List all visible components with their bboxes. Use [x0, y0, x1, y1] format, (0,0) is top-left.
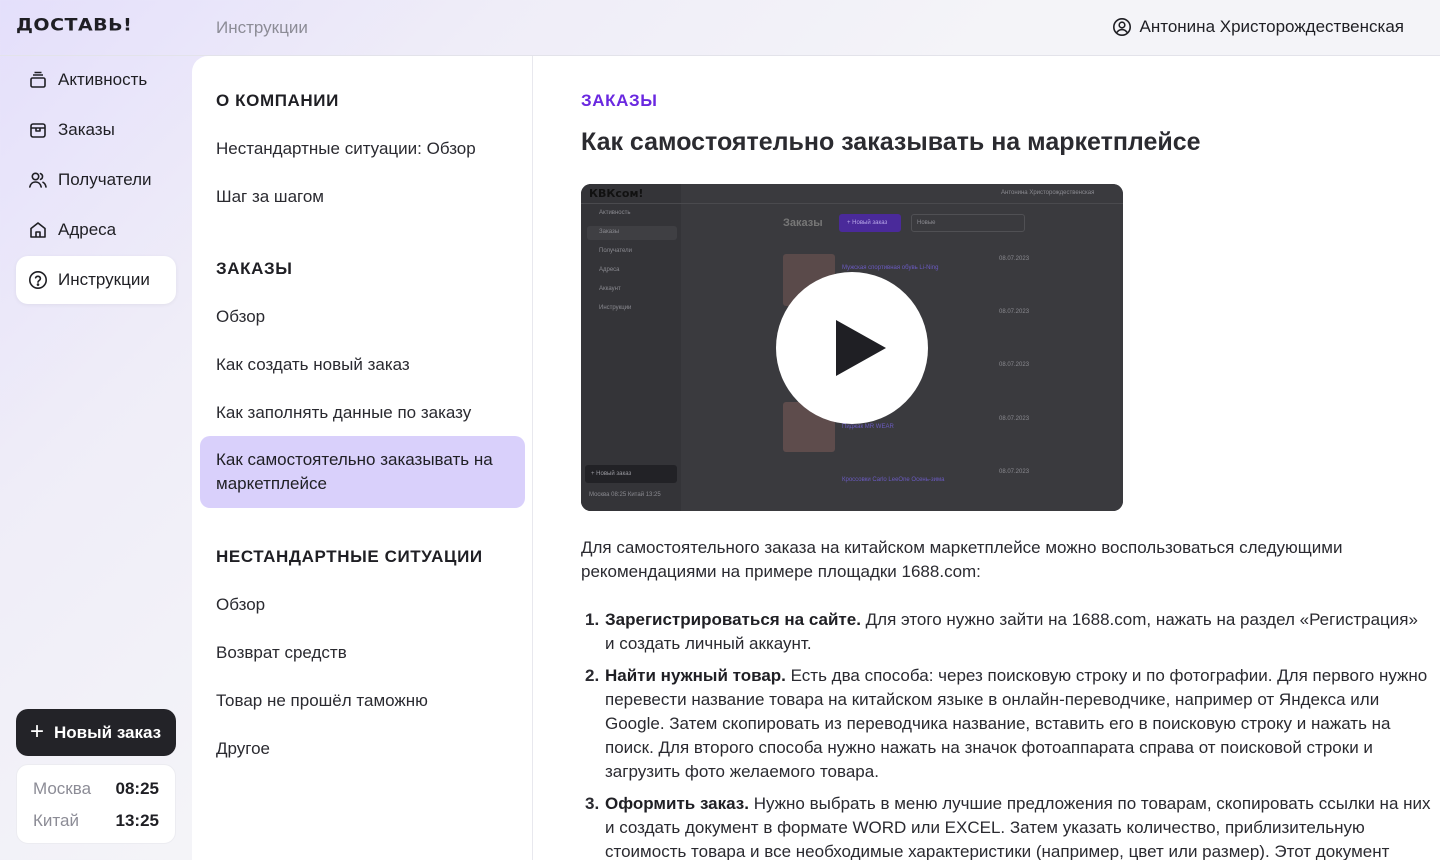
- sidebar-nav: Активность Заказы Получатели Адреса Инст…: [16, 56, 176, 306]
- video-clock: Москва 08:25 Китай 13:25: [589, 492, 661, 498]
- user-name: Антонина Христорождественская: [1139, 17, 1404, 36]
- new-order-button[interactable]: + Новый заказ: [16, 709, 176, 756]
- toc-link[interactable]: Товар не прошёл таможню: [216, 691, 516, 711]
- step-heading: Найти нужный товар.: [605, 666, 786, 685]
- users-icon: [29, 172, 47, 188]
- article: ЗАКАЗЫ Как самостоятельно заказывать на …: [533, 56, 1440, 860]
- sidebar-item-orders[interactable]: Заказы: [16, 106, 176, 154]
- step-heading: Оформить заказ.: [605, 794, 749, 813]
- video-nav-item: Инструкции: [599, 305, 632, 311]
- clock-time: 13:25: [115, 811, 159, 830]
- video-item-date: 08.07.2023: [999, 256, 1030, 262]
- sidebar-item-activity[interactable]: Активность: [16, 56, 176, 104]
- video-nav-item: Аккаунт: [599, 286, 621, 292]
- video-item-date: 08.07.2023: [999, 309, 1030, 315]
- video-divider: [581, 203, 1123, 204]
- activity-icon: [30, 71, 46, 88]
- clock-row: Китай 13:25: [33, 811, 159, 843]
- sidebar-item-label: Активность: [58, 70, 148, 89]
- step-number: 3.: [585, 794, 600, 813]
- list-item: 3. Оформить заказ. Нужно выбрать в меню …: [581, 792, 1431, 860]
- video-nav-item: Заказы: [599, 229, 620, 235]
- toc-link[interactable]: Как создать новый заказ: [216, 355, 516, 375]
- toc-link[interactable]: Шаг за шагом: [216, 187, 516, 207]
- toc-link[interactable]: Как заполнять данные по заказу: [216, 403, 516, 423]
- new-order-label: Новый заказ: [54, 722, 162, 742]
- toc-section-title: НЕСТАНДАРТНЫЕ СИТУАЦИИ: [216, 547, 483, 566]
- sidebar-item-addresses[interactable]: Адреса: [16, 206, 176, 254]
- step-heading: Зарегистрироваться на сайте.: [605, 610, 861, 629]
- user-circle-icon: [1112, 18, 1131, 36]
- video-filter: Новые: [917, 220, 936, 226]
- step-number: 1.: [585, 610, 600, 629]
- breadcrumb: Инструкции: [216, 18, 308, 37]
- toc-link[interactable]: Другое: [216, 739, 516, 759]
- list-item: 2. Найти нужный товар. Есть два способа:…: [581, 664, 1431, 784]
- toc-section-title: ЗАКАЗЫ: [216, 259, 293, 278]
- sidebar-item-instructions[interactable]: Инструкции: [16, 256, 176, 304]
- play-icon: [836, 320, 886, 376]
- sidebar-item-recipients[interactable]: Получатели: [16, 156, 176, 204]
- list-item: 1. Зарегистрироваться на сайте. Для этог…: [581, 608, 1431, 656]
- video-heading: Заказы: [783, 217, 823, 229]
- video-nav-item: Адреса: [599, 267, 620, 273]
- sidebar-item-label: Адреса: [58, 220, 117, 239]
- home-icon: [30, 222, 46, 238]
- video-item-title: Пиджак MR WEAR: [842, 424, 894, 430]
- clock-time: 08:25: [115, 779, 159, 798]
- article-steps: 1. Зарегистрироваться на сайте. Для этог…: [581, 608, 1431, 860]
- help-circle-icon: [29, 271, 47, 289]
- play-button[interactable]: [776, 272, 928, 424]
- step-text: Зарегистрироваться на сайте. Для этого н…: [605, 608, 1431, 656]
- user-menu[interactable]: Антонина Христорождественская: [1112, 17, 1404, 37]
- toc-link[interactable]: Обзор: [216, 307, 516, 327]
- video-button: + Новый заказ: [847, 220, 888, 226]
- article-title: Как самостоятельно заказывать на маркетп…: [581, 128, 1201, 156]
- toc-link[interactable]: Обзор: [216, 595, 516, 615]
- sidebar-item-label: Заказы: [58, 120, 115, 139]
- video-nav-item: Получатели: [599, 248, 633, 254]
- world-clocks: Москва 08:25 Китай 13:25: [16, 764, 176, 844]
- video-item-date: 08.07.2023: [999, 416, 1030, 422]
- app-logo[interactable]: ДОСТАВЬ!: [16, 15, 132, 35]
- toc-section-title: О КОМПАНИИ: [216, 91, 339, 110]
- sidebar-item-label: Получатели: [58, 170, 152, 189]
- video-item-title: Кроссовки Carlo LeeOne Осень-зима: [842, 477, 945, 483]
- article-category: ЗАКАЗЫ: [581, 91, 658, 110]
- step-number: 2.: [585, 666, 600, 685]
- toc-link-active[interactable]: Как самостоятельно заказывать на маркетп…: [200, 436, 525, 508]
- article-intro: Для самостоятельного заказа на китайском…: [581, 538, 1343, 581]
- video-logo: КВКсом!: [589, 187, 644, 200]
- clock-row: Москва 08:25: [33, 779, 159, 811]
- toc-link[interactable]: Возврат средств: [216, 643, 516, 663]
- video-item-date: 08.07.2023: [999, 469, 1030, 475]
- sidebar-item-label: Инструкции: [58, 270, 150, 289]
- toc-link[interactable]: Нестандартные ситуации: Обзор: [216, 139, 516, 159]
- video-new-order: + Новый заказ: [591, 471, 632, 477]
- video-nav-item: Активность: [599, 210, 631, 216]
- video-user: Антонина Христорождественская: [1001, 190, 1095, 196]
- clock-city: Китай: [33, 811, 79, 830]
- box-icon: [30, 123, 46, 138]
- top-bar: ДОСТАВЬ! Инструкции Антонина Христорожде…: [0, 0, 1440, 56]
- video-item-title: Мужская спортивная обувь Li-Ning: [842, 265, 939, 271]
- video-player[interactable]: КВКсом! Антонина Христорождественская Ак…: [581, 184, 1123, 511]
- step-text: Найти нужный товар. Есть два способа: че…: [605, 664, 1431, 784]
- step-text: Оформить заказ. Нужно выбрать в меню луч…: [605, 792, 1431, 860]
- clock-city: Москва: [33, 779, 92, 798]
- instructions-toc: О КОМПАНИИ Нестандартные ситуации: Обзор…: [192, 56, 533, 860]
- plus-icon: +: [30, 717, 45, 745]
- video-item-date: 08.07.2023: [999, 362, 1030, 368]
